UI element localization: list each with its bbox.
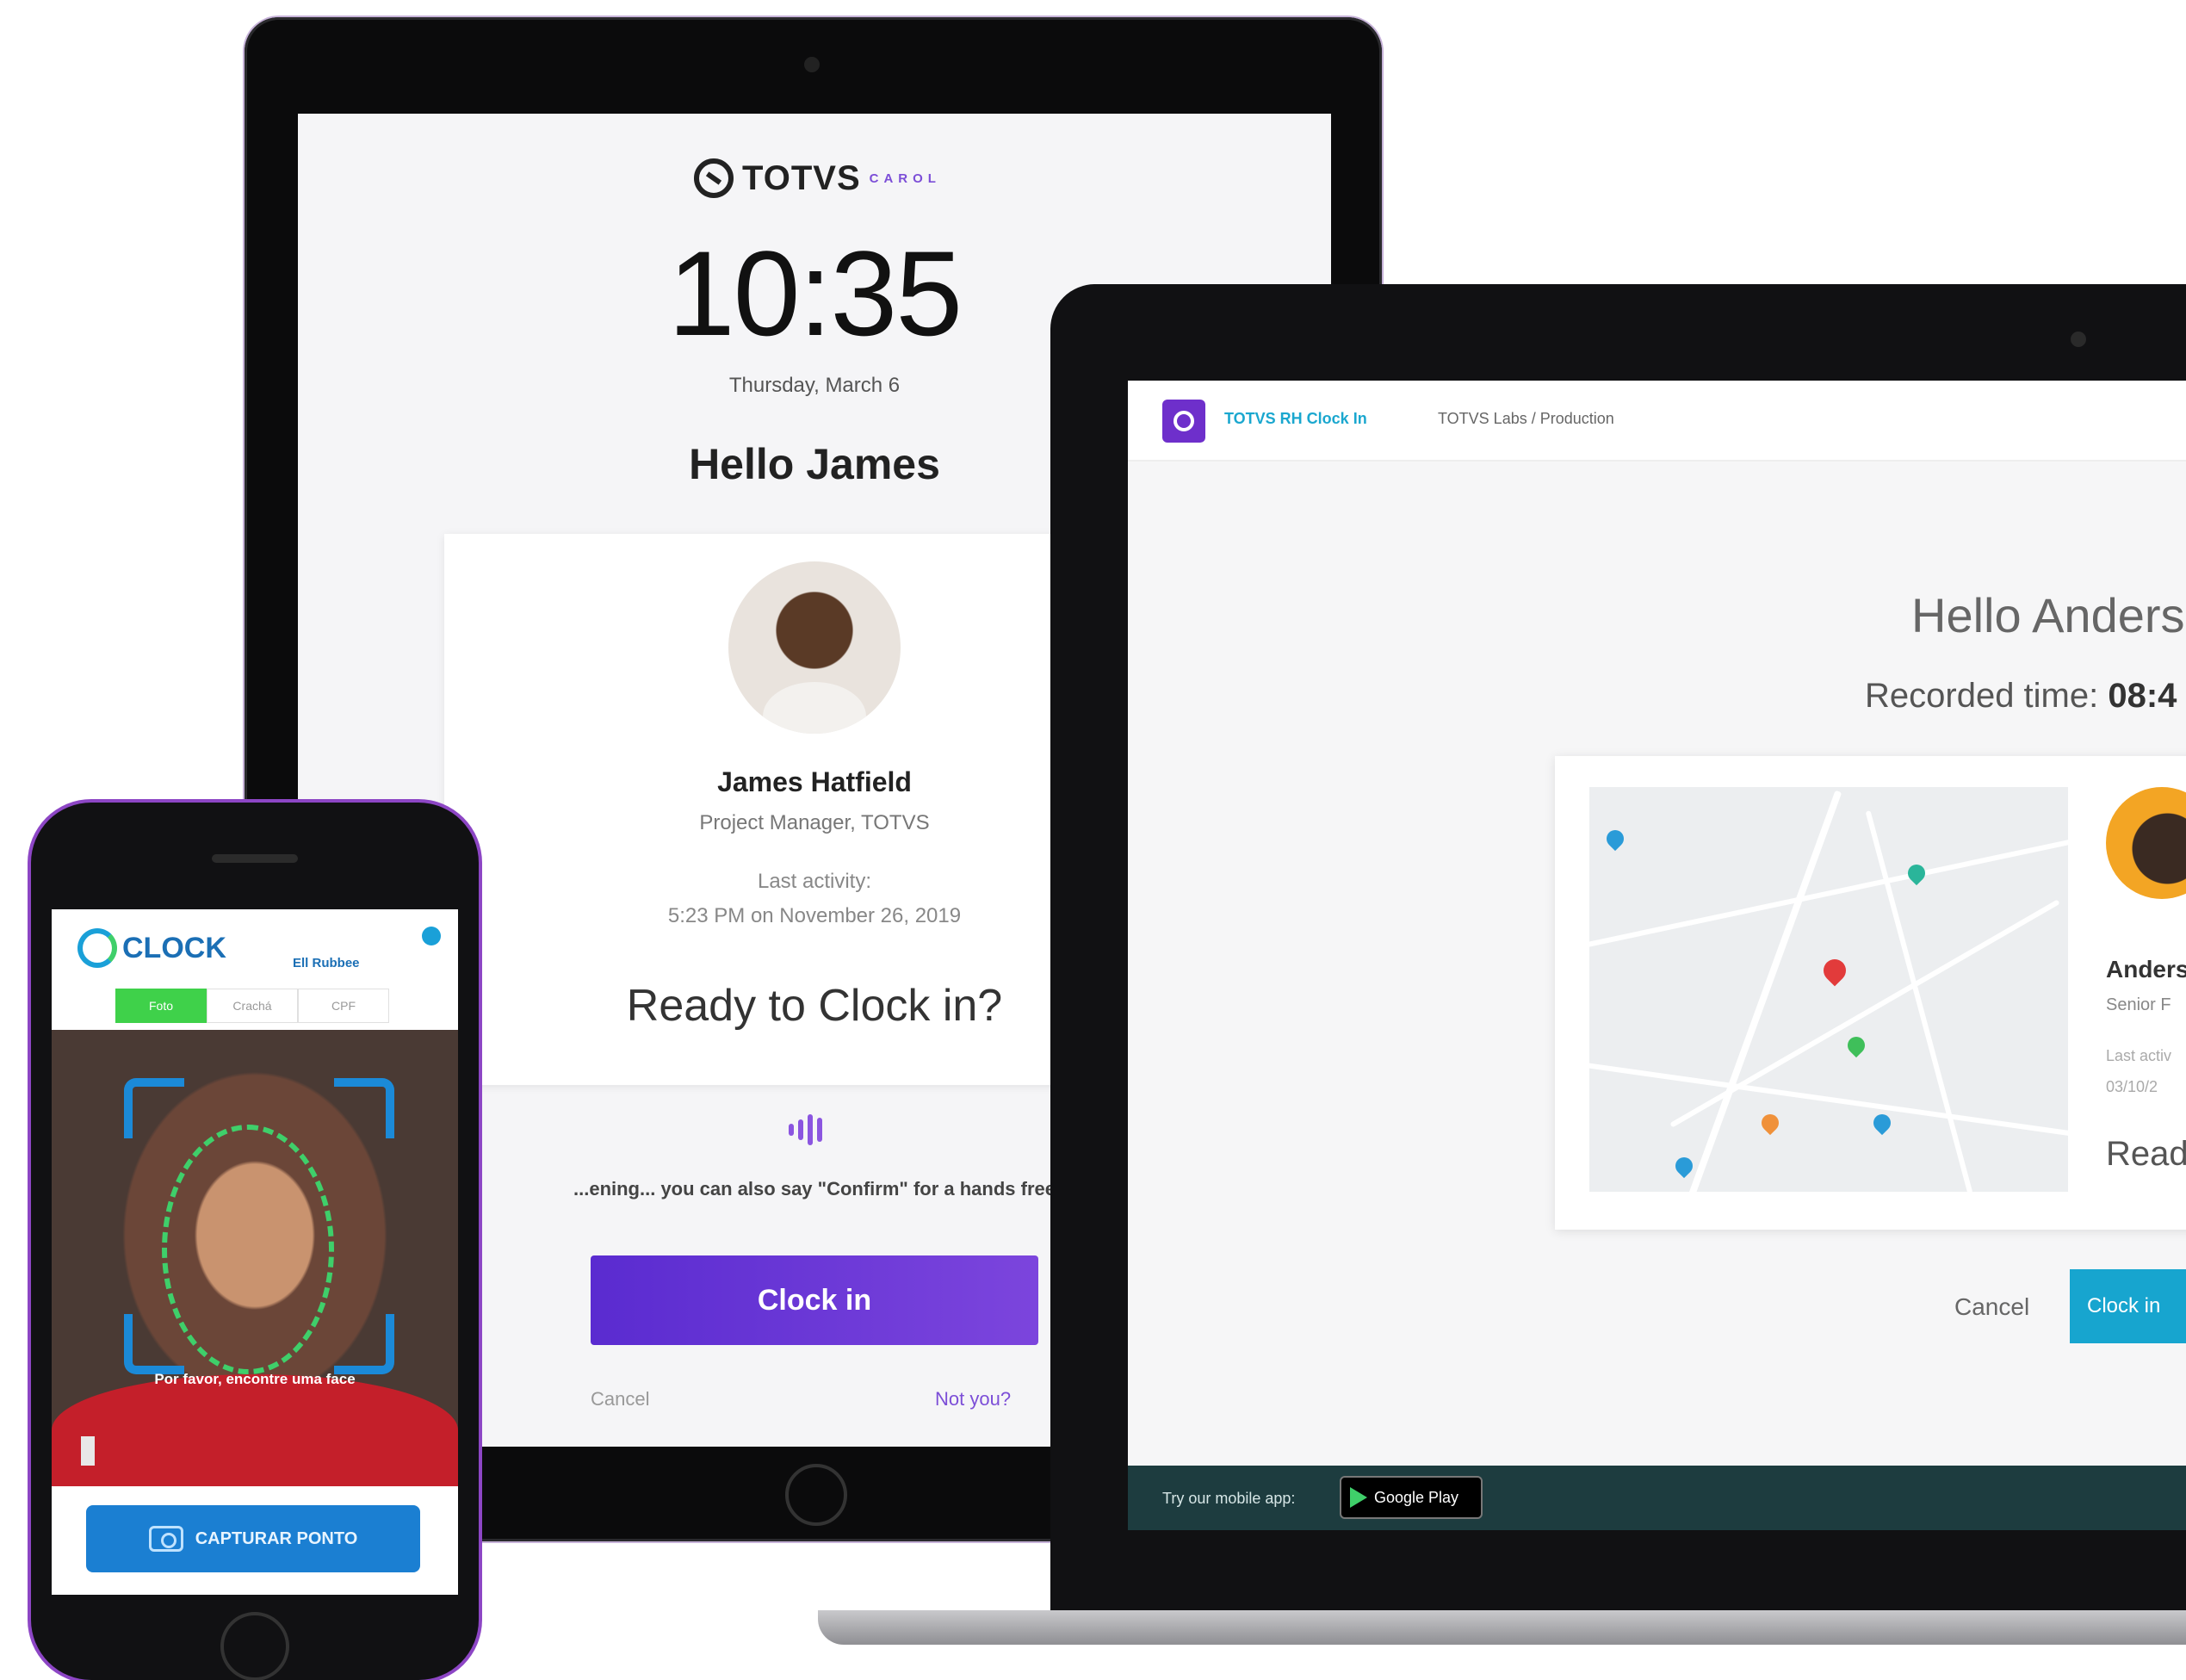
camera-instruction: Por favor, encontre uma face: [154, 1371, 356, 1387]
breadcrumb[interactable]: TOTVS Labs / Production: [1438, 410, 1614, 428]
focus-bracket: [334, 1314, 394, 1374]
cancel-button[interactable]: Cancel: [1954, 1293, 2029, 1321]
map-pin-icon: [1869, 1110, 1895, 1136]
google-play-icon: [1350, 1487, 1367, 1508]
focus-bracket: [334, 1078, 394, 1138]
laptop-device: TOTVS RH Clock In TOTVS Labs / Productio…: [1050, 284, 2186, 1645]
google-play-badge[interactable]: Google Play: [1340, 1476, 1483, 1519]
footer: Try our mobile app: Google Play: [1128, 1466, 2186, 1530]
camera-preview: Por favor, encontre uma face: [52, 1030, 458, 1486]
camera-icon: [148, 1526, 183, 1552]
map-pin-icon: [1602, 826, 1628, 852]
capture-button[interactable]: CAPTURAR PONTO: [86, 1505, 420, 1572]
location-map[interactable]: [1589, 787, 2068, 1192]
tab-cracha[interactable]: Crachá: [207, 989, 298, 1023]
user-label: Ell Rubbee: [293, 956, 360, 970]
footer-text: Try our mobile app:: [1162, 1490, 1296, 1507]
phone-screen: CLOCK Ell Rubbee Foto Crachá CPF Por fav…: [52, 909, 458, 1595]
employee-avatar: [728, 561, 901, 734]
map-pin-icon: [1843, 1032, 1869, 1058]
recorded-time: Recorded time: 08:4: [1865, 677, 2177, 716]
phone-speaker: [212, 854, 298, 863]
clock-in-button[interactable]: Clock in: [2070, 1269, 2186, 1343]
employee-avatar: [2106, 787, 2186, 899]
map-pin-icon: [1818, 954, 1851, 987]
google-play-label: Google Play: [1374, 1488, 1459, 1506]
clock-in-prompt: Read: [2106, 1135, 2186, 1173]
face-detection-oval: [162, 1125, 334, 1374]
not-you-link[interactable]: Not you?: [935, 1388, 1011, 1410]
tab-foto[interactable]: Foto: [115, 989, 207, 1023]
totvs-logo-icon: [694, 158, 734, 198]
totvs-brand: TOTVS: [742, 158, 861, 197]
app-logo-icon: [1162, 400, 1205, 443]
subject-photo: [52, 1374, 458, 1486]
totvs-logo: TOTVS CAROL: [694, 158, 941, 198]
tablet-camera: [804, 57, 820, 72]
tablet-home-button: [785, 1464, 847, 1526]
clock-logo-icon: [77, 928, 117, 968]
map-pin-icon: [1904, 860, 1929, 886]
cancel-link[interactable]: Cancel: [591, 1388, 649, 1410]
phone-header: CLOCK Ell Rubbee Foto Crachá CPF: [52, 909, 458, 1030]
employee-role: Senior F: [2106, 995, 2171, 1014]
phone-home-button: [220, 1612, 289, 1680]
voice-icon: [789, 1114, 822, 1145]
flashlight-icon[interactable]: [81, 1436, 95, 1466]
clock-in-button[interactable]: Clock in: [591, 1255, 1038, 1345]
laptop-camera: [2071, 332, 2086, 347]
phone-device: CLOCK Ell Rubbee Foto Crachá CPF Por fav…: [31, 803, 479, 1680]
last-activity-value: 03/10/2: [2106, 1078, 2158, 1095]
stage: TOTVS CAROL 10:35 Thursday, March 6 Hell…: [0, 0, 2186, 1680]
recorded-time-label: Recorded time:: [1865, 677, 2099, 715]
totvs-brand-sub: CAROL: [869, 170, 941, 186]
last-activity-label: Last activ: [2106, 1047, 2172, 1064]
clock-app-name: CLOCK: [122, 931, 226, 964]
laptop-greeting: Hello Anders: [1911, 588, 2185, 642]
tab-cpf[interactable]: CPF: [298, 989, 389, 1023]
recorded-time-value: 08:4: [2108, 677, 2177, 715]
capture-button-label: CAPTURAR PONTO: [195, 1528, 358, 1548]
map-pin-icon: [1671, 1153, 1697, 1179]
laptop-base: [818, 1610, 2186, 1645]
focus-bracket: [124, 1314, 184, 1374]
employee-name: Anders: [2106, 956, 2186, 983]
settings-icon[interactable]: [422, 927, 441, 945]
map-pin-icon: [1757, 1110, 1783, 1136]
mode-tabs: Foto Crachá CPF: [115, 989, 389, 1023]
app-name: TOTVS RH Clock In: [1224, 410, 1367, 427]
location-card: Anders Senior F Last activ 03/10/2 Read: [1555, 756, 2186, 1230]
laptop-screen: TOTVS RH Clock In TOTVS Labs / Productio…: [1128, 381, 2186, 1530]
top-bar: TOTVS RH Clock In TOTVS Labs / Productio…: [1128, 381, 2186, 462]
clock-logo: CLOCK: [77, 928, 226, 968]
focus-bracket: [124, 1078, 184, 1138]
